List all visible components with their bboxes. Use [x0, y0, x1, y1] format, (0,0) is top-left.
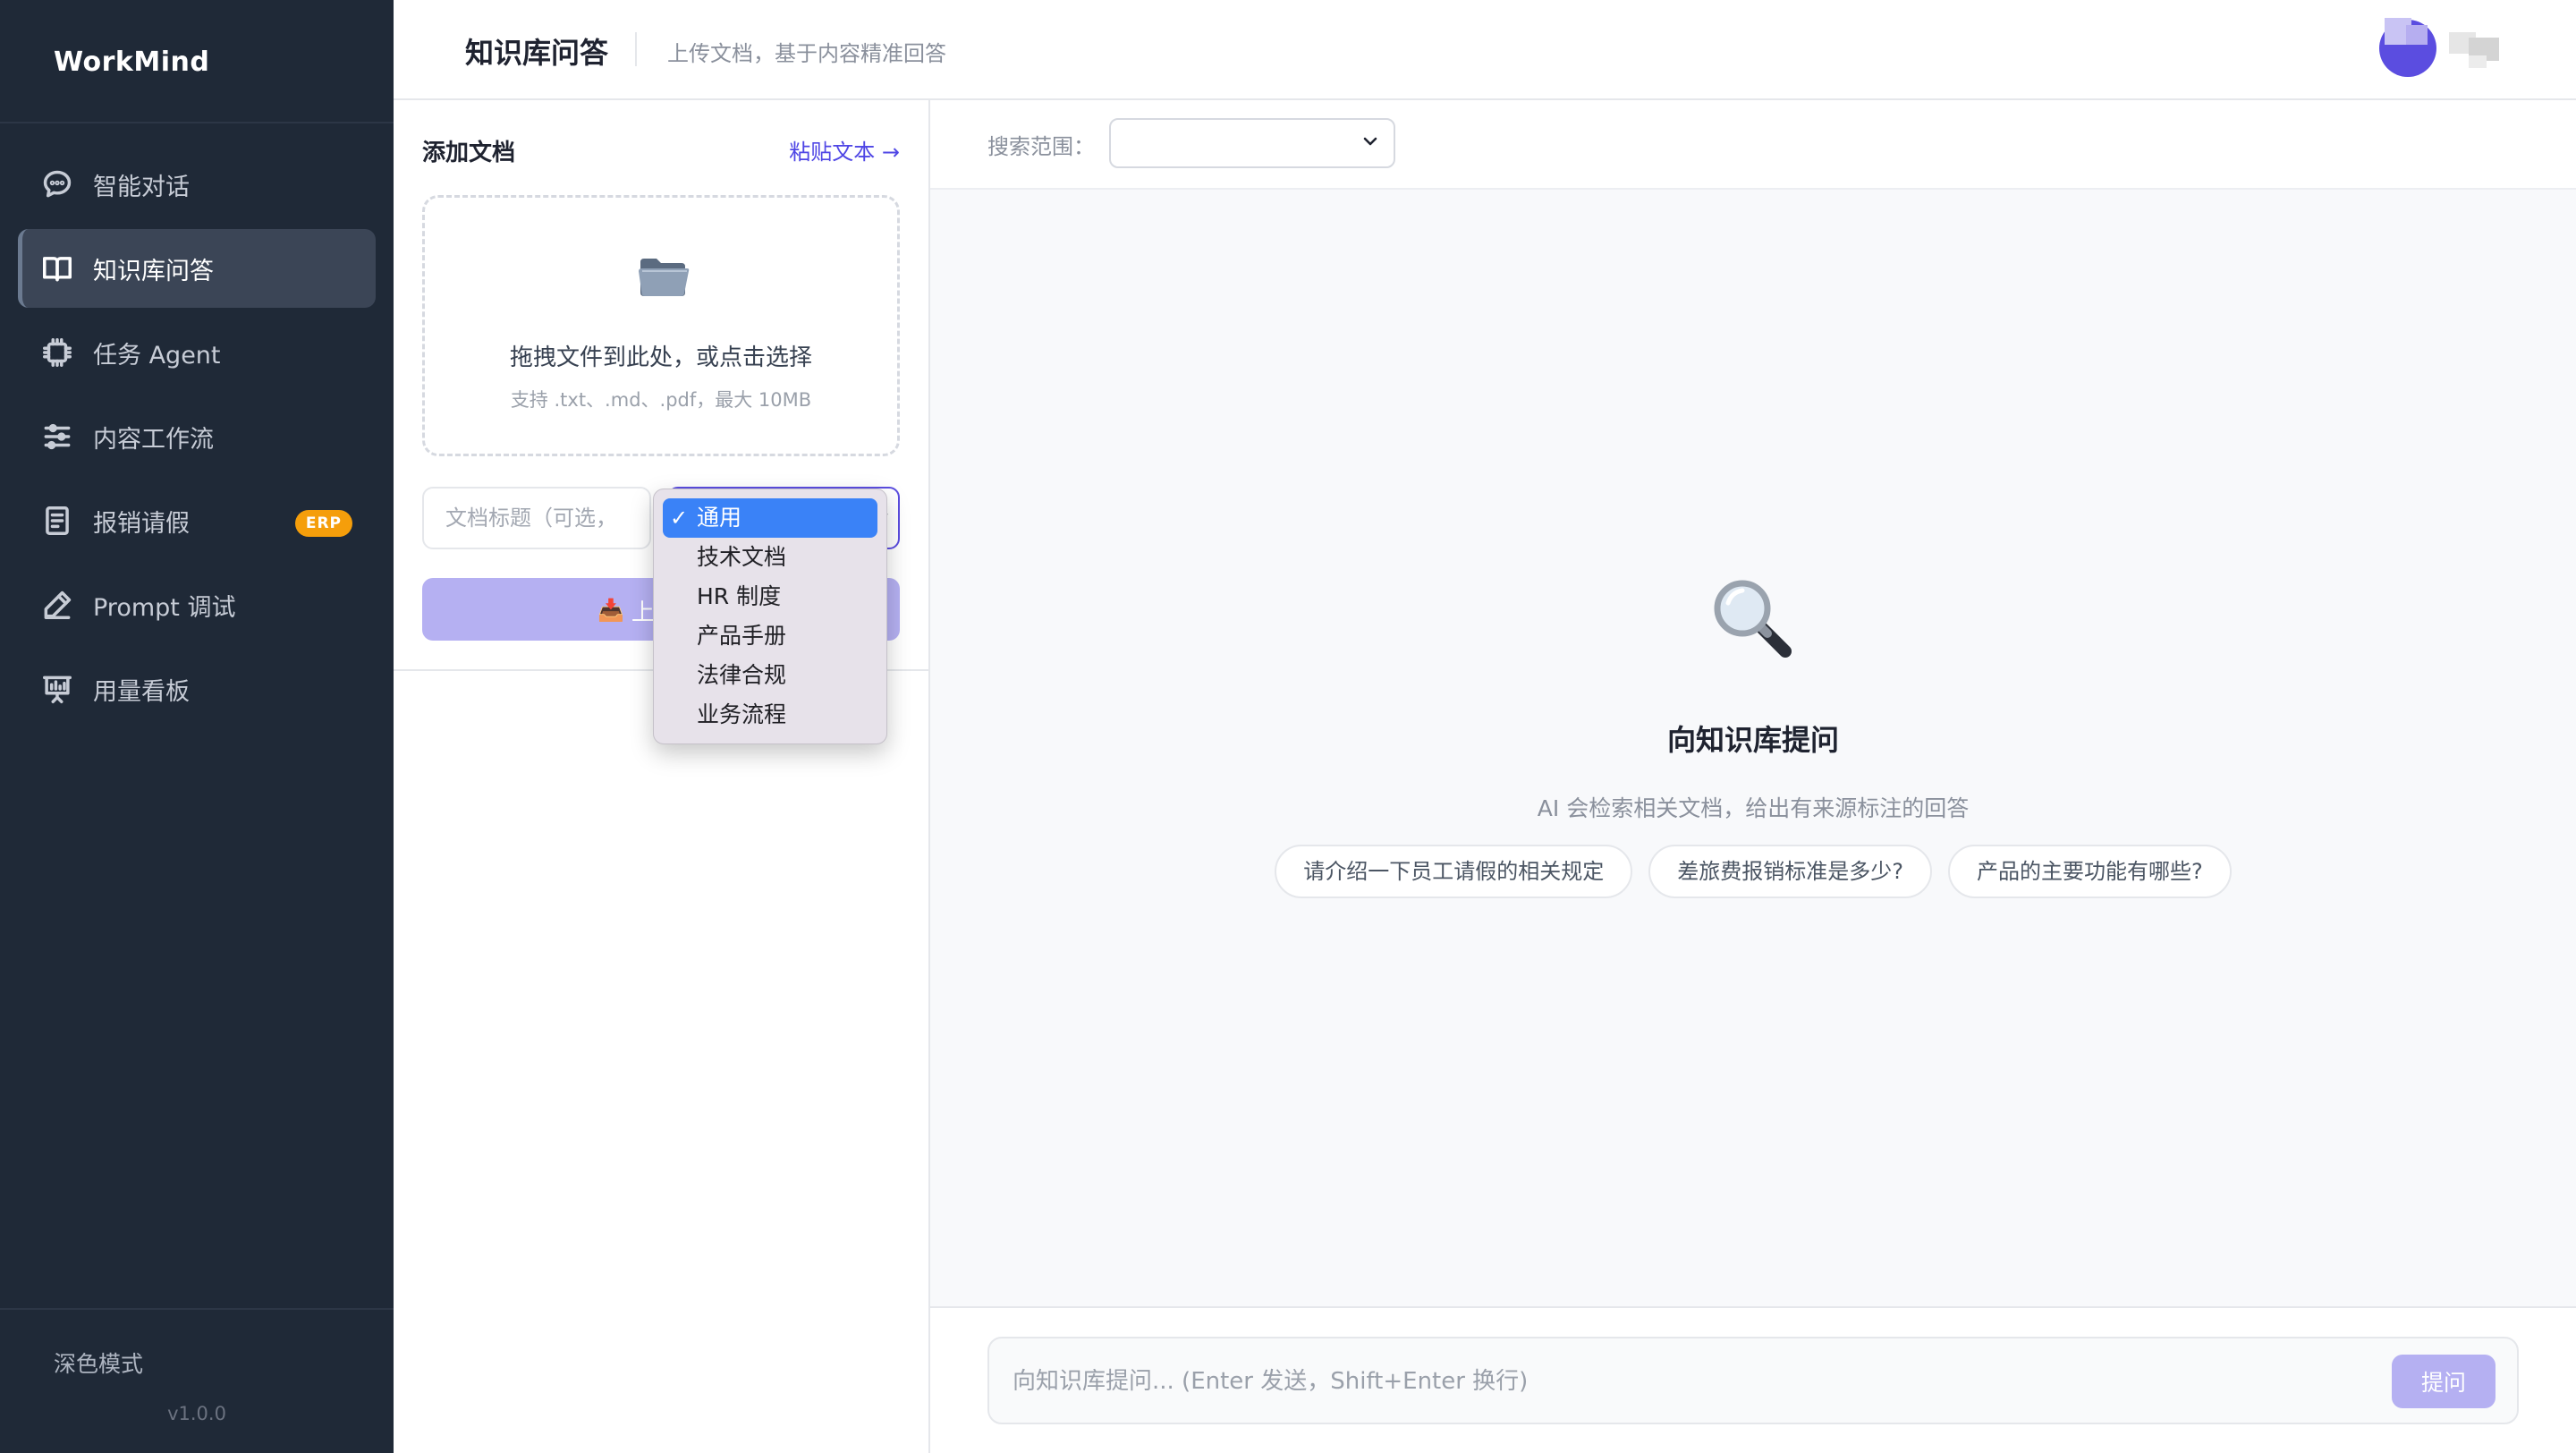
sliders-icon — [39, 419, 75, 455]
sidebar-item-label: Prompt 调试 — [93, 593, 236, 622]
book-open-icon — [39, 251, 75, 286]
sidebar-item-label: 知识库问答 — [93, 257, 214, 285]
paste-text-link[interactable]: 粘贴文本 → — [789, 134, 900, 166]
page-title: 知识库问答 — [465, 36, 609, 70]
page-header: 知识库问答 上传文档，基于内容精准回答 — [394, 0, 2576, 100]
qa-main-area: 搜索范围： 向知识库提问 AI 会检索相关文档，给出有来源标注的回答 请介绍一下… — [930, 100, 2576, 1453]
sidebar-item-label: 报销请假 — [93, 509, 190, 538]
question-input[interactable] — [1013, 1364, 2354, 1399]
ask-button[interactable]: 提问 — [2392, 1355, 2496, 1408]
search-scope-label: 搜索范围： — [987, 134, 1095, 159]
chevron-down-icon — [1363, 137, 1377, 146]
category-option-general[interactable]: ✓ 通用 — [663, 498, 877, 538]
sidebar-divider — [0, 1308, 394, 1310]
presentation-chart-icon — [39, 671, 75, 707]
category-option-business-process[interactable]: 业务流程 — [663, 695, 877, 735]
pen-icon — [39, 587, 75, 623]
upload-button-label: 上 — [631, 599, 655, 625]
empty-state-description: AI 会检索相关文档，给出有来源标注的回答 — [1537, 795, 1970, 821]
add-document-title: 添加文档 — [422, 140, 516, 166]
option-label: 业务流程 — [697, 701, 787, 727]
checkmark-icon: ✓ — [670, 506, 689, 531]
brand-logo: WorkMind — [54, 47, 210, 78]
composer-bar: 提问 — [930, 1306, 2576, 1453]
inbox-tray-icon: 📥 — [597, 599, 624, 623]
sidebar-item-usage-board[interactable]: 用量看板 — [18, 650, 376, 728]
search-scope-bar: 搜索范围： — [930, 100, 2576, 190]
option-label: 法律合规 — [697, 662, 787, 688]
suggestion-chip[interactable]: 差旅费报销标准是多少? — [1648, 845, 1932, 898]
magnifier-icon — [1714, 580, 1792, 658]
erp-badge: ERP — [294, 510, 352, 537]
add-document-panel: 添加文档 粘贴文本 → 拖拽文件到此处，或点击选择 支持 .txt、.md、.p… — [394, 100, 930, 1453]
sidebar-item-label: 用量看板 — [93, 677, 190, 706]
sidebar-item-content-workflow[interactable]: 内容工作流 — [18, 397, 376, 476]
dropzone-text: 拖拽文件到此处，或点击选择 — [509, 344, 812, 371]
page-subtitle: 上传文档，基于内容精准回答 — [667, 41, 946, 66]
user-name-pixelation — [2469, 55, 2487, 68]
sidebar-item-expense-leave[interactable]: 报销请假 ERP — [18, 481, 376, 560]
option-label: 产品手册 — [697, 623, 787, 649]
category-dropdown-menu: ✓ 通用 技术文档 HR 制度 产品手册 法律合规 业务流程 — [653, 489, 887, 744]
chat-bubble-icon — [39, 166, 75, 202]
version-label: v1.0.0 — [167, 1403, 226, 1424]
option-label: 技术文档 — [697, 544, 787, 570]
question-composer: 提问 — [987, 1337, 2519, 1424]
suggestion-chip[interactable]: 产品的主要功能有哪些? — [1948, 845, 2232, 898]
sidebar: WorkMind 智能对话 知识库问答 任务 Agent 内容工作流 报销请假 … — [0, 0, 394, 1453]
sidebar-item-label: 任务 Agent — [93, 341, 221, 370]
category-option-legal-compliance[interactable]: 法律合规 — [663, 656, 877, 695]
option-label: 通用 — [697, 505, 742, 531]
sidebar-divider — [0, 122, 394, 123]
cpu-chip-icon — [39, 335, 75, 370]
category-option-hr-policy[interactable]: HR 制度 — [663, 577, 877, 616]
suggested-questions: 请介绍一下员工请假的相关规定 差旅费报销标准是多少? 产品的主要功能有哪些? — [930, 845, 2576, 898]
sidebar-item-chat[interactable]: 智能对话 — [18, 145, 376, 224]
sidebar-item-prompt-debug[interactable]: Prompt 调试 — [18, 565, 376, 644]
folder-icon — [639, 259, 690, 296]
empty-state: 向知识库提问 AI 会检索相关文档，给出有来源标注的回答 — [930, 574, 2576, 823]
search-scope-select[interactable] — [1109, 118, 1395, 168]
title-divider — [635, 32, 637, 66]
sidebar-item-task-agent[interactable]: 任务 Agent — [18, 313, 376, 392]
user-menu[interactable] — [2379, 18, 2513, 77]
dark-mode-toggle[interactable]: 深色模式 — [54, 1347, 143, 1379]
sidebar-item-knowledge-qa[interactable]: 知识库问答 — [18, 229, 376, 308]
sidebar-item-label: 内容工作流 — [93, 425, 214, 454]
empty-state-title: 向知识库提问 — [1666, 723, 1839, 757]
category-option-product-manual[interactable]: 产品手册 — [663, 616, 877, 656]
file-dropzone[interactable]: 拖拽文件到此处，或点击选择 支持 .txt、.md、.pdf，最大 10MB — [422, 195, 900, 456]
suggestion-chip[interactable]: 请介绍一下员工请假的相关规定 — [1275, 845, 1633, 898]
option-label: HR 制度 — [697, 583, 782, 609]
dropzone-hint: 支持 .txt、.md、.pdf，最大 10MB — [510, 389, 812, 411]
category-option-tech-docs[interactable]: 技术文档 — [663, 538, 877, 577]
avatar-pixelation — [2406, 25, 2428, 45]
document-list-icon — [39, 503, 75, 539]
document-title-input[interactable] — [422, 487, 651, 549]
sidebar-item-label: 智能对话 — [93, 173, 190, 201]
